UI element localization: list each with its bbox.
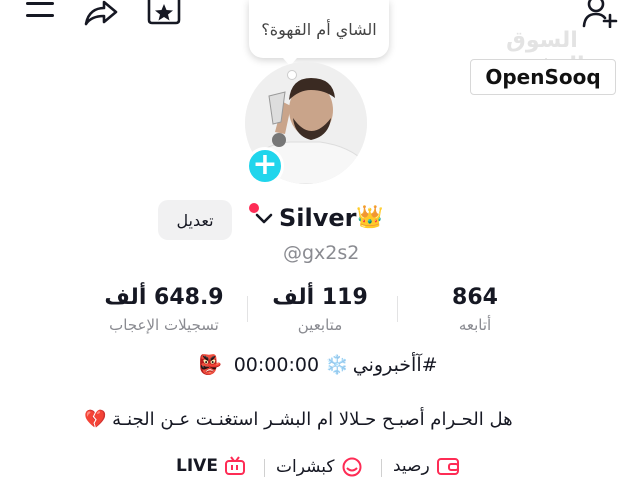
balance-label: رصيد [393,456,430,476]
profile-handle: @gx2s2 [283,242,360,264]
profile-username: Silver [279,204,357,232]
bio-line-2: هل الحـرام أصبـح حـلالا ام البشـر استغنـ… [84,409,564,430]
snowflake-emoji: ❄️ [325,354,349,376]
stat-followers[interactable]: 119 ألف متابعين [262,285,378,334]
live-label: LIVE [176,456,218,476]
link-separator [264,459,265,477]
watermark-logo: OpenSooq [470,59,616,95]
chevron-down-icon[interactable] [255,213,273,225]
notification-dot [249,203,259,213]
bio-hashtag[interactable]: #آأخبروني [353,354,438,376]
add-user-icon[interactable] [582,0,620,28]
note-bubble[interactable]: الشاي أم القهوة؟ [249,0,389,58]
stat-likes-value: 648.9 ألف [104,285,224,310]
hamburger-menu-icon[interactable] [24,0,56,22]
tv-icon [224,456,246,476]
goblin-emoji: 👺 [198,354,222,376]
crown-icon: 👑 [356,205,384,230]
link-separator [381,459,382,477]
bio-time: 00:00:00 [233,354,320,376]
smile-face-icon [341,456,363,478]
wallet-icon [436,456,460,476]
stat-following[interactable]: 864 أتابعه [420,285,530,334]
stat-following-label: أتابعه [458,316,492,334]
edit-profile-button[interactable]: تعديل [158,200,232,240]
note-dot [287,70,297,80]
star-box-icon[interactable] [146,0,182,26]
bio-text: هل الحـرام أصبـح حـلالا ام البشـر استغنـ… [112,409,513,430]
highlights-label: كبشرات [276,457,335,477]
share-arrow-icon[interactable] [82,0,120,26]
stat-divider [247,296,248,322]
stat-likes-label: تسجيلات الإعجاب [109,316,219,334]
add-story-button[interactable]: + [246,147,284,185]
stat-followers-value: 119 ألف [272,285,368,310]
stat-likes[interactable]: 648.9 ألف تسجيلات الإعجاب [94,285,234,334]
broken-heart-emoji: 💔 [84,409,107,430]
balance-link[interactable]: رصيد [393,456,460,476]
note-bubble-text: الشاي أم القهوة؟ [261,19,377,39]
stat-divider [397,296,398,322]
highlights-link[interactable]: كبشرات [276,456,363,478]
stat-followers-label: متابعين [297,316,343,334]
stat-following-value: 864 [452,285,498,310]
bio-line-1: 👺 #آأخبروني❄️ 00:00:00 [198,353,438,376]
live-link[interactable]: LIVE [176,456,246,476]
